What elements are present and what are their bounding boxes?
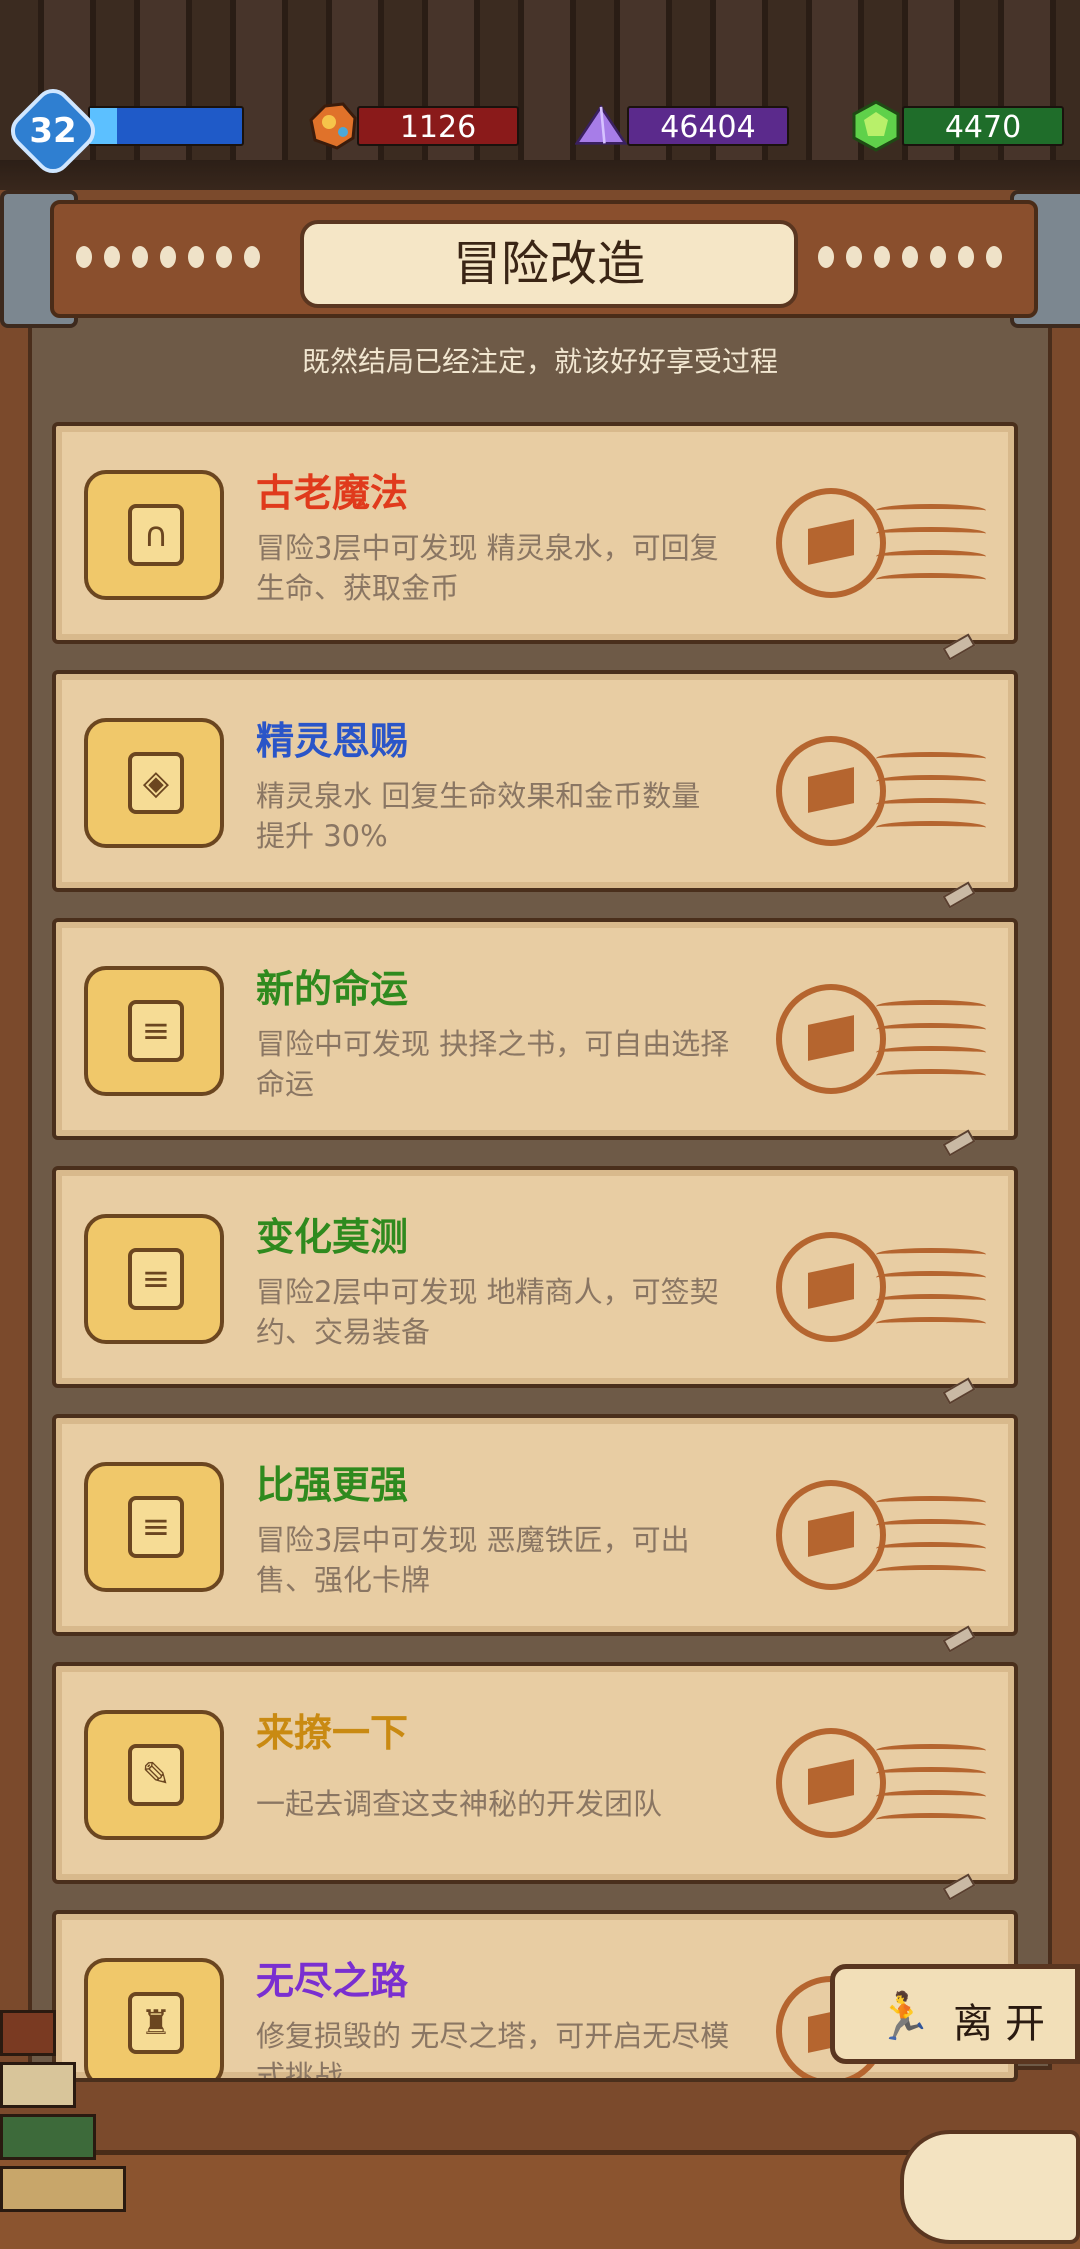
upgrade-card-description: 一起去调查这支神秘的开发团队 <box>256 1787 663 1821</box>
upgrade-card[interactable]: ◈ 精灵恩赐 精灵泉水 回复生命效果和金币数量 提升 30% <box>52 670 1018 909</box>
currency-gem[interactable]: 4470 <box>850 100 1065 152</box>
upgrade-card[interactable]: ≡ 新的命运 冒险中可发现 抉择之书，可自由选择命运 <box>52 918 1018 1157</box>
document-icon: ≡ <box>84 1214 224 1344</box>
player-level[interactable]: 32 <box>0 81 250 181</box>
upgrade-card-description: 修复损毁的 无尽之塔，可开启无尽模式挑战 <box>256 2019 730 2082</box>
purple-crystal-icon <box>575 104 627 145</box>
locked-stamp-icon <box>776 1232 886 1342</box>
resource-bar: 32 1126 46404 4470 <box>0 81 1080 181</box>
postmark-lines-icon <box>876 504 986 584</box>
upgrade-card-title: 无尽之路 <box>256 1959 409 2003</box>
upgrade-card-title: 新的命运 <box>256 967 409 1011</box>
upgrade-card-description: 冒险3层中可发现 恶魔铁匠，可出售、强化卡牌 <box>256 1523 690 1597</box>
postmark-lines-icon <box>876 1248 986 1328</box>
postmark-lines-icon <box>876 1744 986 1824</box>
locked-stamp-icon <box>776 488 886 598</box>
leave-button[interactable]: 🏃 离开 <box>830 1964 1080 2064</box>
level-number: 32 <box>29 111 77 151</box>
locked-stamp-icon <box>776 1480 886 1590</box>
upgrade-card-title: 精灵恩赐 <box>256 719 409 763</box>
upgrade-card-description: 冒险3层中可发现 精灵泉水，可回复生命、获取金币 <box>256 531 719 605</box>
upgrade-card-description: 精灵泉水 回复生命效果和金币数量 提升 30% <box>256 779 701 853</box>
upgrade-card-title: 来撩一下 <box>256 1711 409 1755</box>
postmark-lines-icon <box>876 752 986 832</box>
level-progress-bar <box>88 106 244 146</box>
postmark-lines-icon <box>876 1496 986 1576</box>
page-subtitle: 既然结局已经注定，就该好好享受过程 <box>301 345 778 378</box>
green-gem-icon <box>852 100 900 152</box>
leave-button-label: 离开 <box>953 2001 1057 2047</box>
currency-crystal-value: 46404 <box>627 106 789 146</box>
right-rune-ornament <box>818 246 1014 272</box>
document-icon: ≡ <box>84 966 224 1096</box>
amber-ore-icon <box>309 102 357 150</box>
wrench-icon: ✎ <box>84 1710 224 1840</box>
left-rune-ornament <box>76 246 272 272</box>
postmark-lines-icon <box>876 1000 986 1080</box>
locked-stamp-icon <box>776 736 886 846</box>
upgrade-card-title: 变化莫测 <box>256 1215 409 1259</box>
dice-icon: ◈ <box>84 718 224 848</box>
portal-icon: ∩ <box>84 470 224 600</box>
rolled-scroll-decoration <box>900 2130 1080 2244</box>
upgrade-card[interactable]: ∩ 古老魔法 冒险3层中可发现 精灵泉水，可回复生命、获取金币 <box>52 422 1018 661</box>
locked-stamp-icon <box>776 1728 886 1838</box>
locked-stamp-icon <box>776 984 886 1094</box>
upgrade-card-description: 冒险2层中可发现 地精商人，可签契约、交易装备 <box>256 1275 719 1349</box>
currency-amber-value: 1126 <box>357 106 519 146</box>
currency-crystal[interactable]: 46404 <box>575 100 790 150</box>
currency-gem-value: 4470 <box>902 106 1064 146</box>
upgrade-card-title: 古老魔法 <box>256 471 409 515</box>
currency-amber[interactable]: 1126 <box>305 100 520 150</box>
document-icon: ≡ <box>84 1462 224 1592</box>
books-decoration <box>0 2010 140 2244</box>
upgrade-card-description: 冒险中可发现 抉择之书，可自由选择命运 <box>256 1027 730 1101</box>
upgrade-card-title: 比强更强 <box>256 1463 409 1507</box>
upgrade-card[interactable]: ✎ 来撩一下 一起去调查这支神秘的开发团队 <box>52 1662 1018 1901</box>
upgrade-card[interactable]: ≡ 比强更强 冒险3层中可发现 恶魔铁匠，可出售、强化卡牌 <box>52 1414 1018 1653</box>
page-title: 冒险改造 <box>300 220 798 308</box>
running-man-icon: 🏃 <box>875 1989 933 2043</box>
upgrade-card[interactable]: ≡ 变化莫测 冒险2层中可发现 地精商人，可签契约、交易装备 <box>52 1166 1018 1405</box>
